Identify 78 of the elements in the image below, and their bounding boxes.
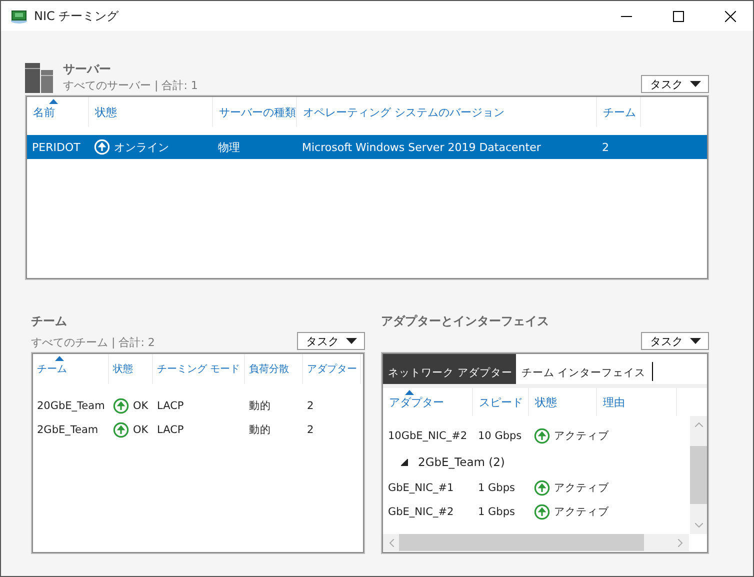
status-up-icon (113, 398, 129, 414)
horizontal-scrollbar[interactable] (383, 534, 689, 551)
column-header[interactable]: サーバーの種類 (213, 97, 297, 127)
status-up-icon (534, 480, 550, 496)
table-cell-text: 1 Gbps (477, 482, 516, 494)
table-cell-text: 物理 (217, 140, 241, 154)
section-title: アダプターとインターフェイス (381, 313, 550, 330)
tab[interactable]: ネットワーク アダプター (383, 354, 516, 384)
column-header[interactable]: アダプター (303, 354, 361, 384)
table-cell-text: アクティブ (553, 505, 609, 519)
table-cell-text: 20GbE_Team (36, 400, 106, 412)
task-dropdown-button[interactable]: タスク (641, 75, 709, 93)
server-row[interactable]: PERIDOT オンライン 物理 Microsoft Windows Server 2019 Datacenter 2 (27, 135, 707, 159)
column-header[interactable]: 名前 (27, 97, 89, 127)
dropdown-caret-icon (690, 81, 701, 87)
adapter-row[interactable]: 10GbE_NIC_#2 10 Gbps アクティブ (383, 424, 690, 448)
status-up-icon (113, 422, 129, 438)
sort-ascending-icon (55, 356, 64, 361)
status-up-icon (534, 428, 550, 444)
table-cell-text: OK (132, 424, 148, 436)
column-header[interactable]: アダプター (383, 388, 473, 416)
table-cell-text: アクティブ (553, 481, 609, 495)
team-row[interactable]: 2GbE_Team OK LACP 動的 2 (33, 418, 363, 442)
window-title: NIC チーミング (34, 8, 119, 24)
scroll-left-icon (389, 538, 394, 546)
column-header[interactable]: 負荷分散 (245, 354, 303, 384)
table-cell-text: 2GbE_Team (36, 424, 100, 436)
table-cell-text: 2 (306, 424, 315, 436)
scroll-down-icon (694, 523, 702, 528)
close-icon (724, 10, 736, 22)
table-cell-text: GbE_NIC_#1 (387, 482, 455, 494)
task-dropdown-button[interactable]: タスク (641, 332, 709, 350)
status-up-icon (94, 139, 110, 155)
table-cell-text: Microsoft Windows Server 2019 Datacenter (301, 140, 542, 154)
vertical-scrollbar[interactable] (690, 416, 707, 534)
column-header[interactable]: チーム (33, 354, 109, 384)
dropdown-caret-icon (690, 338, 701, 344)
table-cell-text: LACP (156, 424, 185, 436)
collapse-triangle-icon[interactable] (401, 458, 408, 466)
table-cell-text: PERIDOT (31, 140, 82, 154)
table-cell-text: オンライン (113, 140, 169, 154)
dropdown-caret-icon (346, 338, 357, 344)
group-header: 2GbE_Team (2) (418, 455, 505, 469)
table-cell-text: 1 Gbps (477, 506, 516, 518)
column-header[interactable]: チーム (597, 97, 641, 127)
table-cell-text: 10GbE_NIC_#2 (387, 430, 468, 442)
table-cell-text: 2 (601, 140, 610, 154)
section-title: サーバー (63, 61, 112, 78)
network-card-icon (10, 8, 28, 24)
scroll-right-icon (678, 538, 683, 546)
section-title: チーム (31, 313, 68, 330)
column-header[interactable]: 状態 (109, 354, 153, 384)
table-cell-text: 動的 (248, 399, 272, 413)
column-header[interactable]: 状態 (529, 388, 597, 416)
maximize-icon (672, 10, 684, 22)
task-dropdown-button[interactable]: タスク (297, 332, 365, 350)
adapter-row[interactable]: GbE_NIC_#2 1 Gbps アクティブ (383, 500, 690, 524)
table-cell-text: OK (132, 400, 148, 412)
column-header[interactable]: スピード (473, 388, 529, 416)
table-cell-text: 動的 (248, 423, 272, 437)
status-up-icon (534, 504, 550, 520)
scroll-up-icon (694, 422, 702, 427)
table-cell-text: LACP (156, 400, 185, 412)
column-header[interactable]: 状態 (89, 97, 213, 127)
team-row[interactable]: 20GbE_Team OK LACP 動的 2 (33, 394, 363, 418)
adapter-row[interactable]: GbE_NIC_#1 1 Gbps アクティブ (383, 476, 690, 500)
table-cell-text: アクティブ (553, 429, 609, 443)
section-subtitle: すべてのサーバー | 合計: 1 (63, 78, 198, 93)
table-cell-text: 10 Gbps (477, 430, 523, 442)
column-header[interactable]: チーミング モード (153, 354, 245, 384)
column-header[interactable]: 理由 (597, 388, 677, 416)
sort-ascending-icon (49, 99, 58, 104)
sort-ascending-icon (405, 390, 414, 395)
table-cell-text: 2 (306, 400, 315, 412)
server-icon (25, 63, 53, 93)
column-header[interactable]: オペレーティング システムのバージョン (297, 97, 597, 127)
table-cell-text: GbE_NIC_#2 (387, 506, 455, 518)
section-subtitle: すべてのチーム | 合計: 2 (31, 335, 155, 350)
